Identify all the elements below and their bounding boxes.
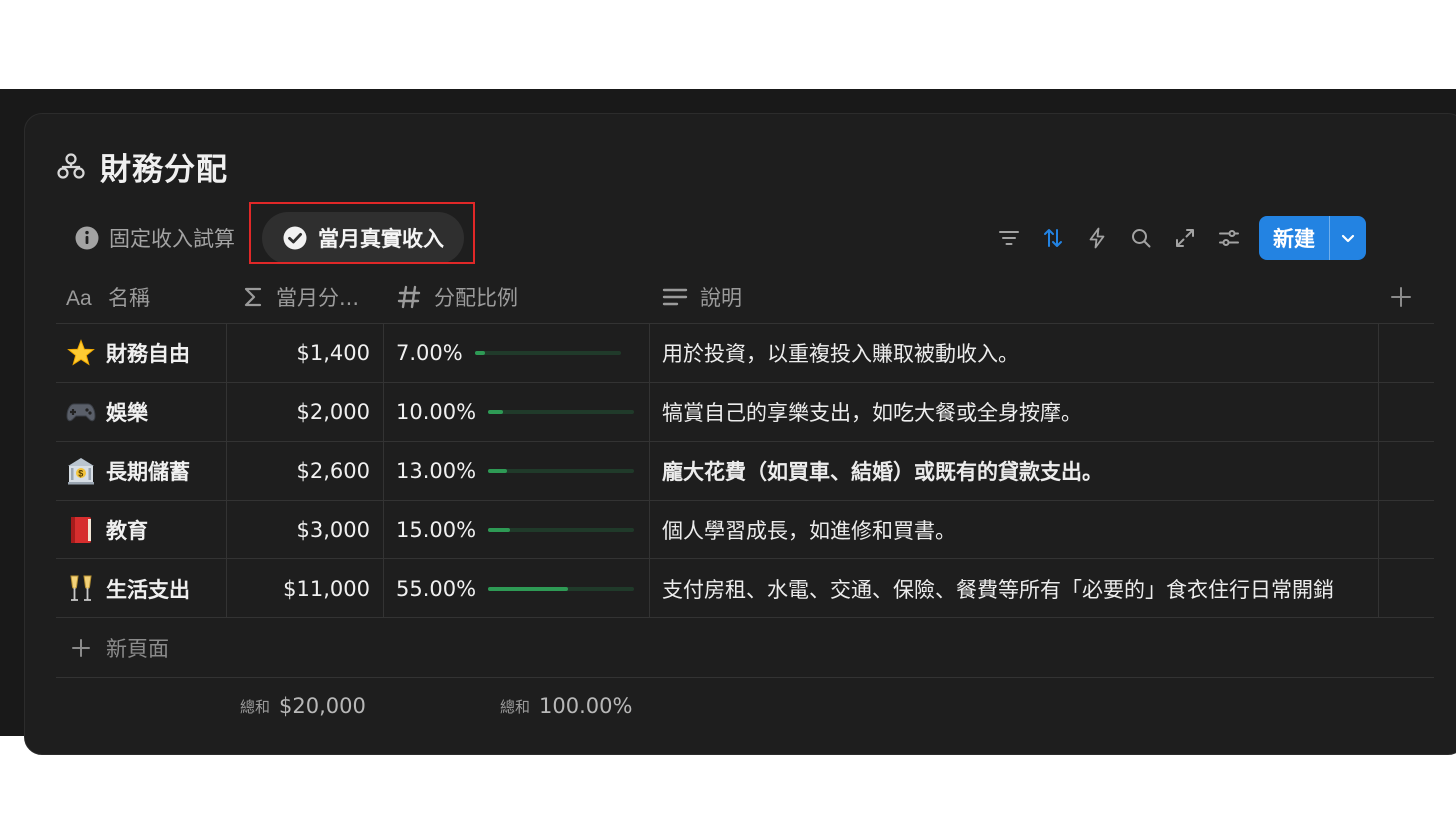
table-row[interactable]: 娛樂 $2,000 10.00% 犒賞自己的享樂支出，如吃大餐或全身按摩。 <box>56 383 1434 441</box>
champagne-glasses-icon <box>66 574 96 604</box>
add-column-icon[interactable] <box>1388 284 1414 310</box>
view-toolbar <box>994 222 1258 254</box>
ratio-cell[interactable]: 10.00% <box>396 383 635 441</box>
ratio-value: 10.00% <box>396 400 477 424</box>
table-row[interactable]: 教育 $3,000 15.00% 個人學習成長，如進修和買書。 <box>56 501 1434 559</box>
new-page-label: 新頁面 <box>106 637 169 661</box>
new-button-label: 新建 <box>1273 227 1315 251</box>
ratio-value: 7.00% <box>396 341 463 365</box>
ratio-cell[interactable]: 55.00% <box>396 560 635 618</box>
progress-fill <box>488 469 508 473</box>
table-row[interactable]: 財務自由 $1,400 7.00% 用於投資，以重複投入賺取被動收入。 <box>56 324 1434 382</box>
column-header-label: 名稱 <box>108 286 150 310</box>
name-cell[interactable]: $ 長期儲蓄 <box>66 442 190 500</box>
sum-value: $20,000 <box>279 694 366 718</box>
automation-icon[interactable] <box>1082 223 1112 253</box>
description-cell[interactable]: 用於投資，以重複投入賺取被動收入。 <box>662 324 1019 382</box>
column-header-name[interactable]: Aa 名稱 <box>66 280 150 314</box>
progress-bar <box>488 528 635 532</box>
progress-bar <box>474 351 621 355</box>
plus-icon <box>70 637 92 659</box>
chevron-down-icon[interactable] <box>1330 216 1366 260</box>
text-Aa-icon: Aa <box>66 285 96 309</box>
tab-fixed-income[interactable]: 固定收入試算 <box>74 220 235 256</box>
number-hash-icon <box>396 284 422 310</box>
sum-label: 總和 <box>240 697 271 716</box>
description-cell[interactable]: 支付房租、水電、交通、保險、餐費等所有「必要的」食衣住行日常開銷 <box>662 560 1334 618</box>
progress-fill <box>488 410 503 414</box>
new-button[interactable]: 新建 <box>1259 216 1366 260</box>
new-page-button[interactable]: 新頁面 <box>70 632 169 664</box>
table-row[interactable]: 生活支出 $11,000 55.00% 支付房租、水電、交通、保險、餐費等所有「… <box>56 560 1434 618</box>
description-cell[interactable]: 犒賞自己的享樂支出，如吃大餐或全身按摩。 <box>662 383 1082 441</box>
amount-cell[interactable]: $1,400 <box>226 324 370 382</box>
column-header-label: 分配比例 <box>434 286 518 310</box>
expand-icon[interactable] <box>1170 223 1200 253</box>
svg-text:$: $ <box>78 469 83 479</box>
amount-cell[interactable]: $2,600 <box>226 442 370 500</box>
search-icon[interactable] <box>1126 223 1156 253</box>
sort-icon[interactable] <box>1038 223 1068 253</box>
annotation-highlight-box <box>249 202 475 264</box>
tab-label: 固定收入試算 <box>109 227 235 251</box>
name-cell[interactable]: 教育 <box>66 501 148 559</box>
progress-fill <box>474 351 485 355</box>
settings-sliders-icon[interactable] <box>1214 223 1244 253</box>
table-row[interactable]: $ 長期儲蓄 $2,600 13.00% 龐大花費（如買車、結婚）或既有的貸款支… <box>56 442 1434 500</box>
database-header: 財務分配 <box>56 144 228 188</box>
amount-sum[interactable]: 總和 $20,000 <box>240 690 366 722</box>
game-controller-icon <box>66 397 96 427</box>
ratio-cell[interactable]: 13.00% <box>396 442 635 500</box>
red-book-icon <box>66 515 96 545</box>
progress-bar <box>488 469 635 473</box>
sigma-icon <box>242 285 264 309</box>
column-header-amount[interactable]: 當月分... <box>242 280 359 314</box>
percent-sum[interactable]: 總和 100.00% <box>500 690 632 722</box>
star-icon <box>66 338 96 368</box>
description-cell[interactable]: 個人學習成長，如進修和買書。 <box>662 501 956 559</box>
amount-cell[interactable]: $11,000 <box>226 560 370 618</box>
ratio-value: 13.00% <box>396 459 477 483</box>
progress-fill <box>488 587 569 591</box>
column-header-description[interactable]: 說明 <box>662 280 742 314</box>
progress-bar <box>488 410 635 414</box>
name-cell[interactable]: 娛樂 <box>66 383 148 441</box>
ratio-cell[interactable]: 7.00% <box>396 324 621 382</box>
row-name: 財務自由 <box>106 342 190 366</box>
name-cell[interactable]: 生活支出 <box>66 560 190 618</box>
name-cell[interactable]: 財務自由 <box>66 324 190 382</box>
ratio-value: 15.00% <box>396 518 477 542</box>
sum-label: 總和 <box>500 697 531 716</box>
amount-cell[interactable]: $3,000 <box>226 501 370 559</box>
column-header-label: 說明 <box>700 286 742 310</box>
column-header-label: 當月分... <box>276 286 360 310</box>
hierarchy-icon <box>56 151 86 181</box>
filter-icon[interactable] <box>994 223 1024 253</box>
row-name: 娛樂 <box>106 401 148 425</box>
info-circle-icon <box>74 225 100 251</box>
svg-text:Aa: Aa <box>66 287 92 309</box>
row-name: 生活支出 <box>106 578 190 602</box>
ratio-value: 55.00% <box>396 577 477 601</box>
page-title[interactable]: 財務分配 <box>100 144 228 189</box>
progress-bar <box>488 587 635 591</box>
column-header-ratio[interactable]: 分配比例 <box>396 280 518 314</box>
ratio-cell[interactable]: 15.00% <box>396 501 635 559</box>
row-name: 教育 <box>106 519 148 543</box>
sum-value: 100.00% <box>539 694 633 718</box>
bank-icon: $ <box>66 456 96 486</box>
amount-cell[interactable]: $2,000 <box>226 383 370 441</box>
description-cell[interactable]: 龐大花費（如買車、結婚）或既有的貸款支出。 <box>662 442 1103 500</box>
text-lines-icon <box>662 285 688 309</box>
row-name: 長期儲蓄 <box>106 460 190 484</box>
progress-fill <box>488 528 510 532</box>
table-divider <box>56 677 1434 678</box>
